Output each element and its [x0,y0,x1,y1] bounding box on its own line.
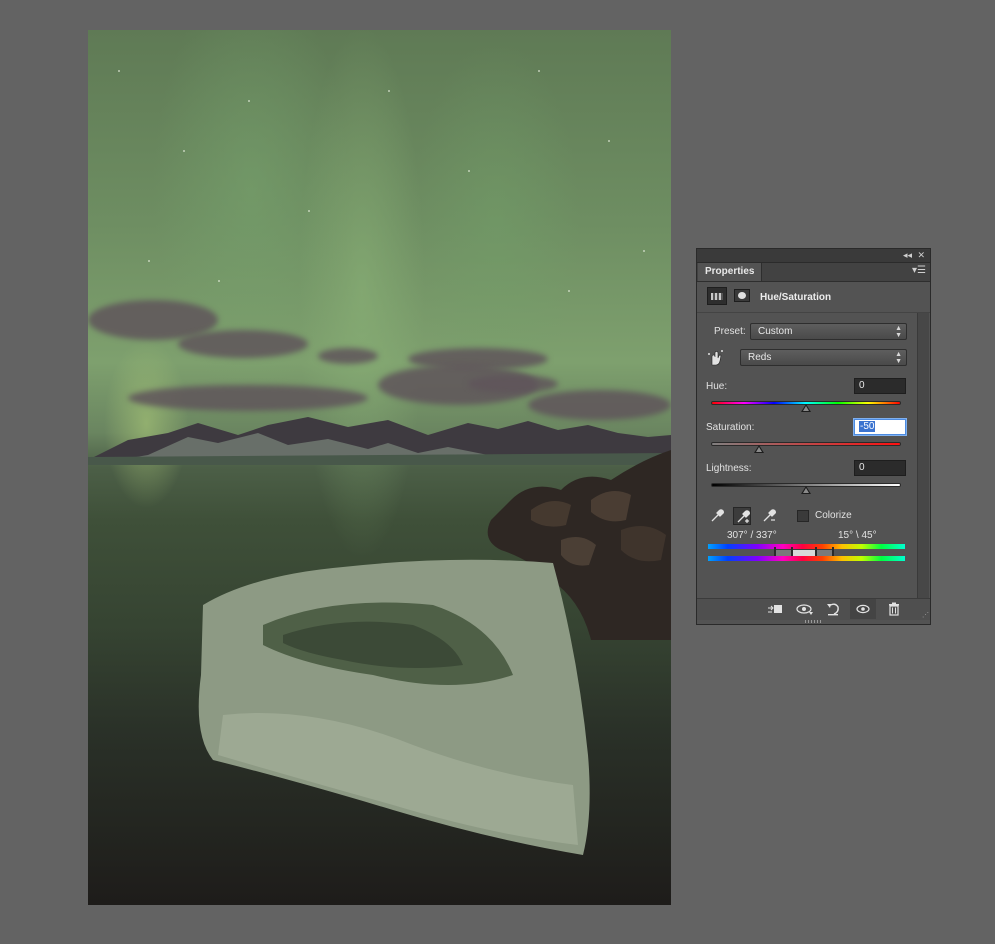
star [608,140,610,142]
saturation-slider-thumb[interactable] [754,445,764,453]
eyedropper-minus-icon[interactable] [760,507,778,525]
star [218,280,220,282]
clip-to-layer-icon[interactable] [767,602,783,616]
layer-mask-icon[interactable] [734,289,750,302]
saturation-input[interactable]: -50 [854,419,906,435]
star [308,210,310,212]
lightness-input[interactable]: 0 [854,460,906,476]
panel-menu-icon[interactable]: ▾☰ [912,265,926,276]
close-icon[interactable]: ✕ [917,249,925,262]
dropdown-arrows-icon: ▲ ▼ [895,351,902,365]
cloud [178,330,308,358]
preset-value: Custom [758,326,793,337]
range-start-readout: 307° / 337° [727,530,777,541]
saturation-label: Saturation: [706,422,755,433]
range-end-readout: 15° \ 45° [838,530,877,541]
preset-label: Preset: [714,326,746,337]
lightness-slider-thumb[interactable] [801,486,811,494]
star [248,100,250,102]
properties-panel: ◂◂ ✕ Properties ▾☰ Hue/Saturation Preset… [696,248,931,625]
hue-value: 0 [859,380,865,391]
eye-icon[interactable] [850,599,876,619]
panel-title-bar[interactable]: ◂◂ ✕ [697,249,930,263]
panel-title: Hue/Saturation [760,292,832,303]
cloud [318,348,378,364]
star [148,260,150,262]
panel-bottom-toolbar: ⋰ [697,598,930,620]
panel-drag-grip[interactable] [805,620,823,623]
cloud [468,375,558,393]
saturation-slider-track[interactable] [711,442,901,446]
output-color-spectrum [708,556,905,561]
ice-block [198,559,590,855]
adjustment-header: Hue/Saturation [697,282,930,313]
tab-properties[interactable]: Properties [698,263,763,281]
targeted-adjustment-hand-icon[interactable] [707,349,725,370]
hue-input[interactable]: 0 [854,378,906,394]
hue-label: Hue: [706,381,728,392]
view-previous-state-icon[interactable] [796,602,813,616]
trash-icon[interactable] [887,602,903,616]
resize-grip-icon[interactable]: ⋰ [922,611,929,619]
double-chevron-left-icon[interactable]: ◂◂ [903,249,912,262]
preset-dropdown[interactable]: Custom ▲ ▼ [750,323,907,340]
hue-saturation-adjustment-icon[interactable] [707,287,727,305]
eyedropper-plus-icon[interactable] [733,507,751,525]
star [388,90,390,92]
panel-tab-bar: Properties ▾☰ [697,263,930,282]
document-canvas[interactable] [88,30,671,905]
star [538,70,540,72]
star [468,170,470,172]
star [118,70,120,72]
channel-value: Reds [748,352,772,363]
lightness-value: 0 [859,462,865,473]
reset-icon[interactable] [825,602,841,616]
colorize-label: Colorize [815,510,852,521]
star [183,150,185,152]
eyedropper-icon[interactable] [708,507,726,525]
saturation-value: -50 [859,421,876,432]
dropdown-arrows-icon: ▲ ▼ [895,325,902,339]
star [568,290,570,292]
hue-slider-thumb[interactable] [801,404,811,412]
star [643,250,645,252]
panel-scrollbar[interactable] [917,313,929,598]
lightness-label: Lightness: [706,463,752,474]
cloud [128,385,368,411]
colorize-checkbox[interactable] [797,510,809,522]
channel-dropdown[interactable]: Reds ▲ ▼ [740,349,907,366]
